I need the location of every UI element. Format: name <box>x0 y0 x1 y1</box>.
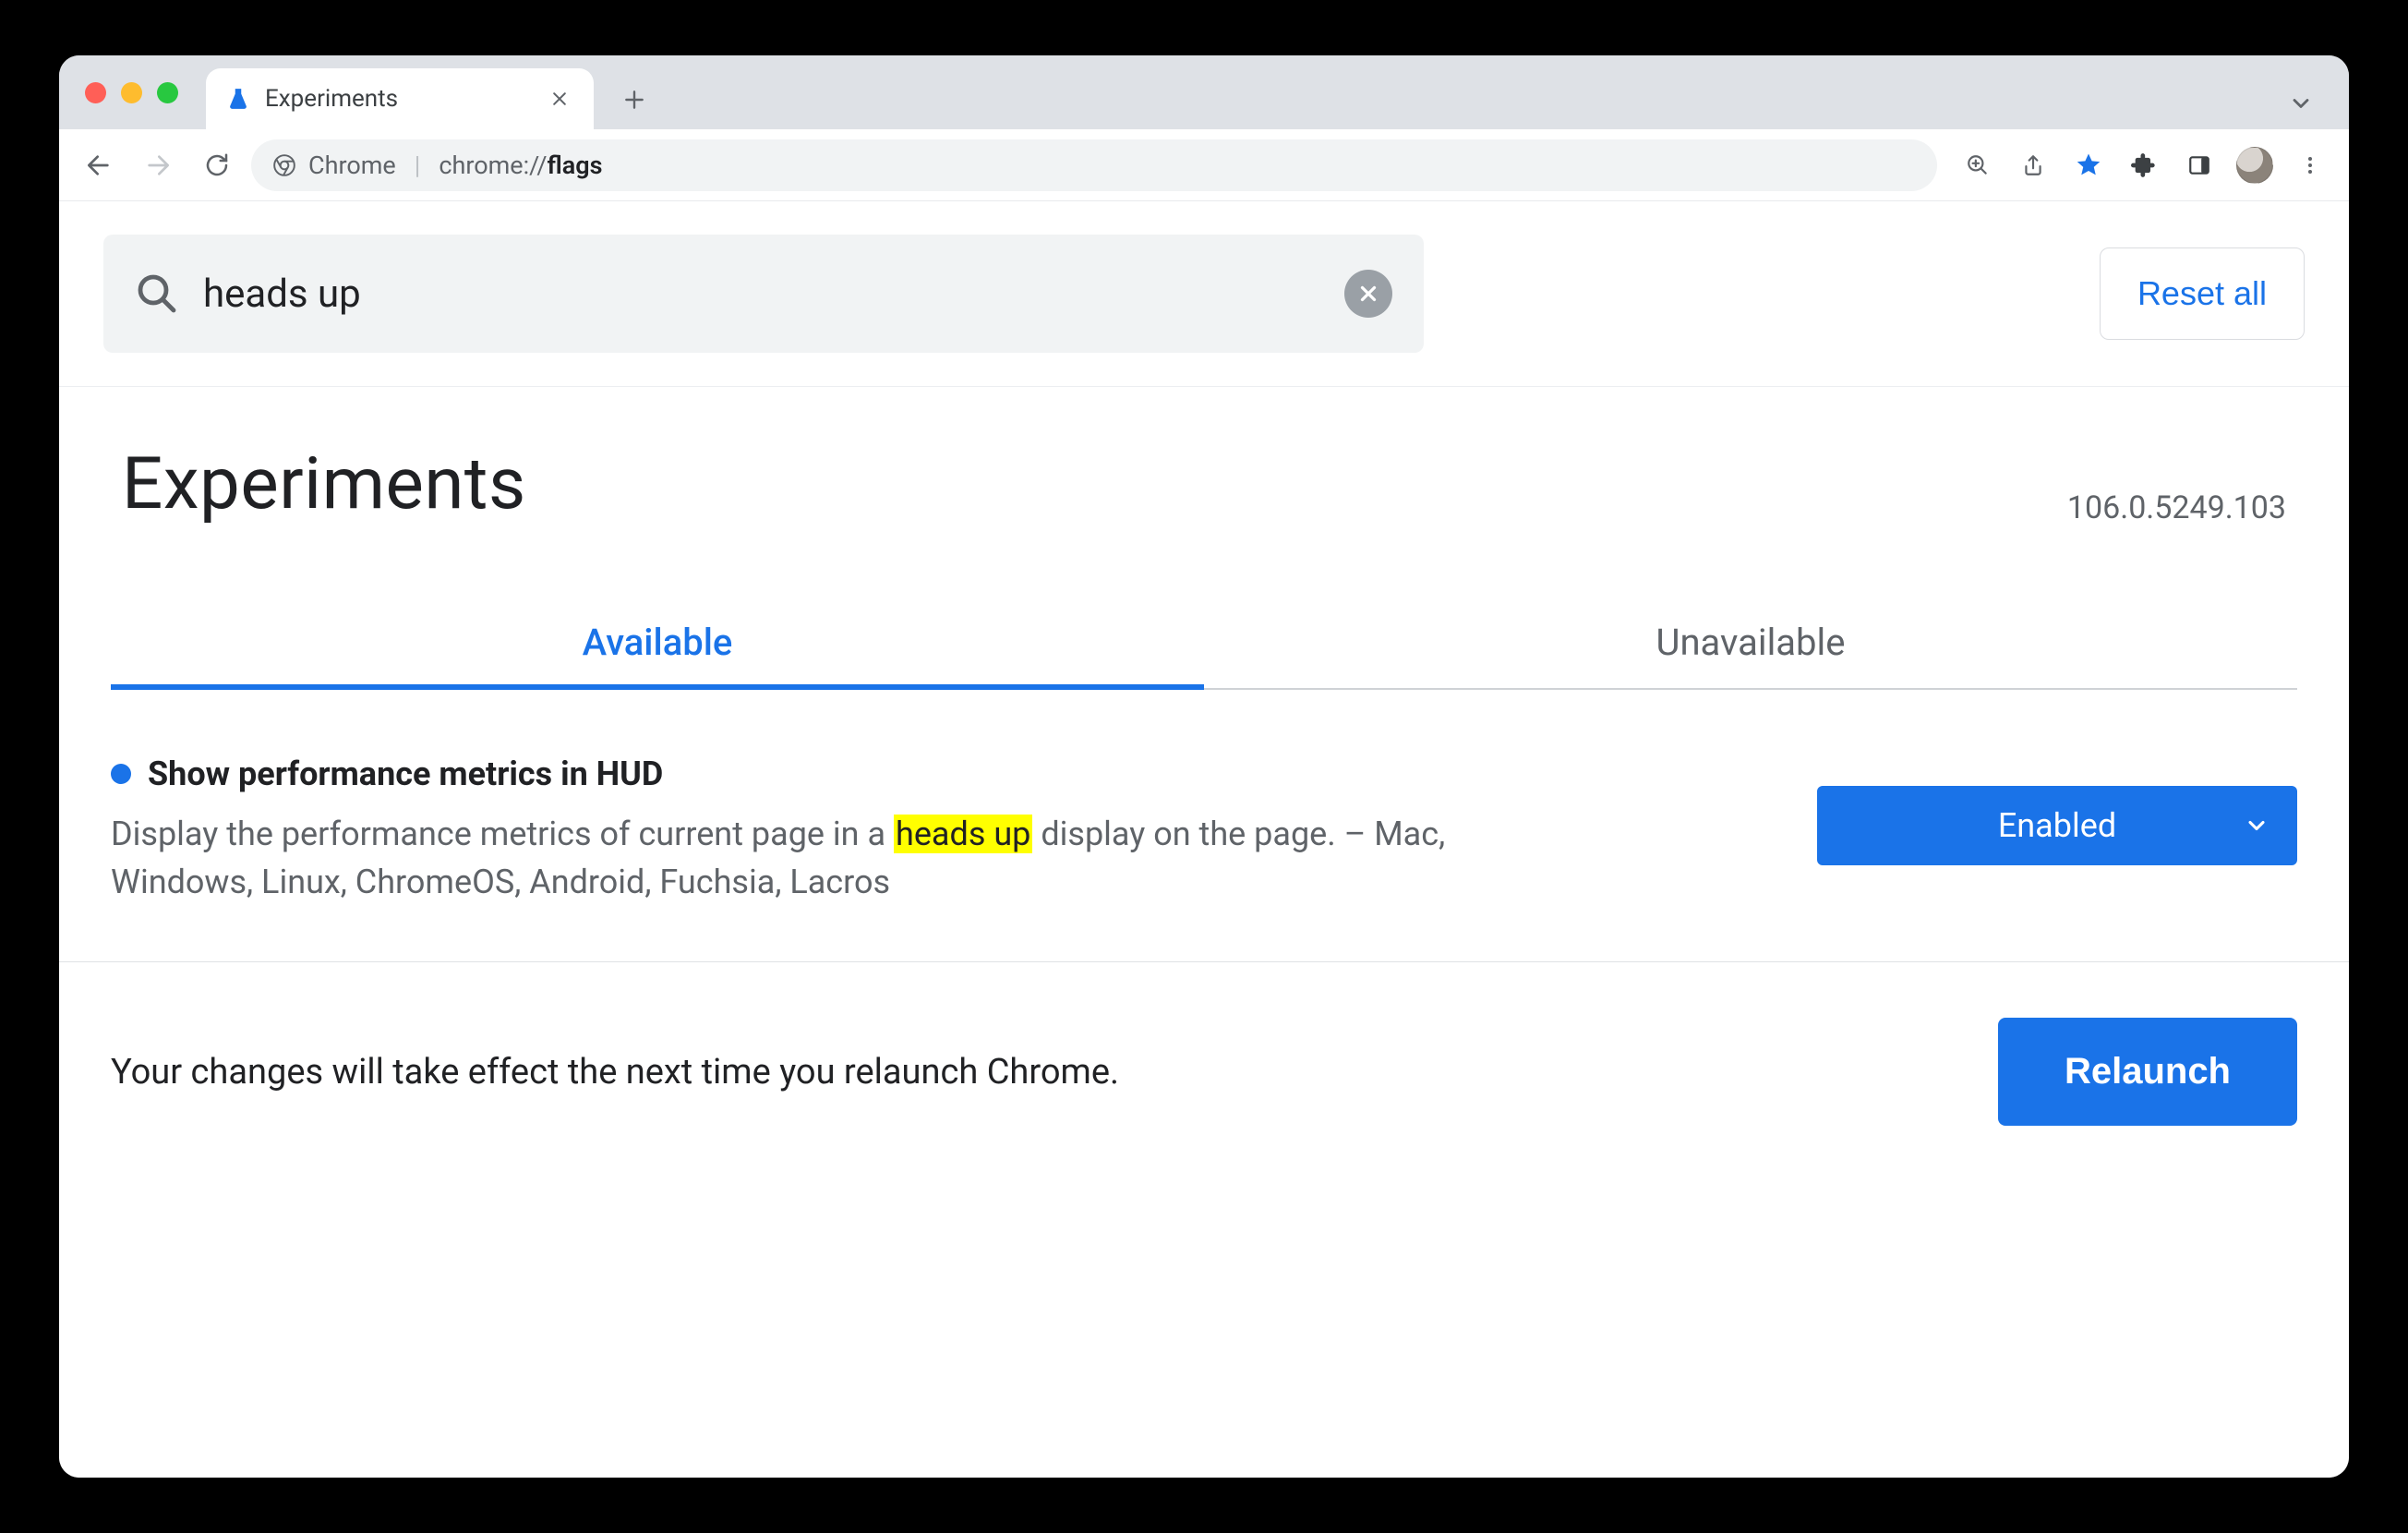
tabs: Available Unavailable <box>111 600 2297 690</box>
sidepanel-icon[interactable] <box>2175 141 2223 189</box>
browser-tab[interactable]: Experiments <box>206 68 594 129</box>
back-button[interactable] <box>74 140 124 190</box>
heading-row: Experiments 106.0.5249.103 <box>59 387 2349 536</box>
flask-icon <box>224 85 252 113</box>
flag-desc-highlight: heads up <box>894 815 1032 853</box>
chrome-version: 106.0.5249.103 <box>2067 489 2286 526</box>
flag-state-label: Enabled <box>1817 806 2297 845</box>
reload-button[interactable] <box>192 140 242 190</box>
relaunch-message: Your changes will take effect the next t… <box>111 1052 1119 1092</box>
page-title: Experiments <box>122 442 526 526</box>
flag-info: Show performance metrics in HUD Display … <box>111 754 1762 906</box>
flag-description: Display the performance metrics of curre… <box>111 810 1551 906</box>
toolbar-actions <box>1946 141 2334 189</box>
overflow-menu-icon[interactable] <box>2286 141 2334 189</box>
minimize-window-button[interactable] <box>121 82 142 103</box>
fullscreen-window-button[interactable] <box>157 82 178 103</box>
new-tab-button[interactable] <box>610 76 658 124</box>
tab-available[interactable]: Available <box>111 600 1204 688</box>
close-window-button[interactable] <box>85 82 106 103</box>
flags-search-input[interactable] <box>203 272 1320 317</box>
chevron-down-icon <box>2244 813 2270 839</box>
flag-title: Show performance metrics in HUD <box>111 754 1762 793</box>
close-tab-button[interactable] <box>546 85 573 113</box>
url-text: chrome://flags <box>439 151 602 180</box>
toolbar: Chrome | chrome://flags <box>59 129 2349 201</box>
chrome-icon <box>271 152 297 178</box>
url-path: flags <box>547 151 602 180</box>
bookmark-star-icon[interactable] <box>2065 141 2113 189</box>
flag-state-select[interactable]: Enabled <box>1817 786 2297 865</box>
search-icon <box>135 272 179 316</box>
zoom-icon[interactable] <box>1954 141 2002 189</box>
tab-unavailable[interactable]: Unavailable <box>1204 600 2297 688</box>
window-controls <box>76 55 206 129</box>
modified-dot-icon <box>111 764 131 784</box>
profile-avatar[interactable] <box>2231 141 2279 189</box>
tabs-dropdown-button[interactable] <box>2288 91 2332 129</box>
url-prefix: chrome:// <box>439 151 547 180</box>
share-icon[interactable] <box>2009 141 2057 189</box>
flags-search-box[interactable] <box>103 235 1424 353</box>
flag-desc-pre: Display the performance metrics of curre… <box>111 815 894 853</box>
relaunch-button[interactable]: Relaunch <box>1998 1018 2297 1126</box>
browser-window: Experiments Chrome | c <box>59 55 2349 1478</box>
url-separator: | <box>415 151 421 180</box>
clear-search-button[interactable] <box>1344 270 1392 318</box>
tab-title: Experiments <box>265 85 398 113</box>
search-row: Reset all <box>59 201 2349 387</box>
page-content: Reset all Experiments 106.0.5249.103 Ava… <box>59 201 2349 1478</box>
extensions-icon[interactable] <box>2120 141 2168 189</box>
relaunch-footer: Your changes will take effect the next t… <box>59 961 2349 1209</box>
url-scheme-label: Chrome <box>308 151 396 180</box>
reset-all-button[interactable]: Reset all <box>2100 247 2305 340</box>
flag-title-text: Show performance metrics in HUD <box>148 754 663 793</box>
forward-button[interactable] <box>133 140 183 190</box>
tab-strip: Experiments <box>59 55 2349 129</box>
address-bar[interactable]: Chrome | chrome://flags <box>251 139 1937 191</box>
flag-row: Show performance metrics in HUD Display … <box>59 690 2349 961</box>
